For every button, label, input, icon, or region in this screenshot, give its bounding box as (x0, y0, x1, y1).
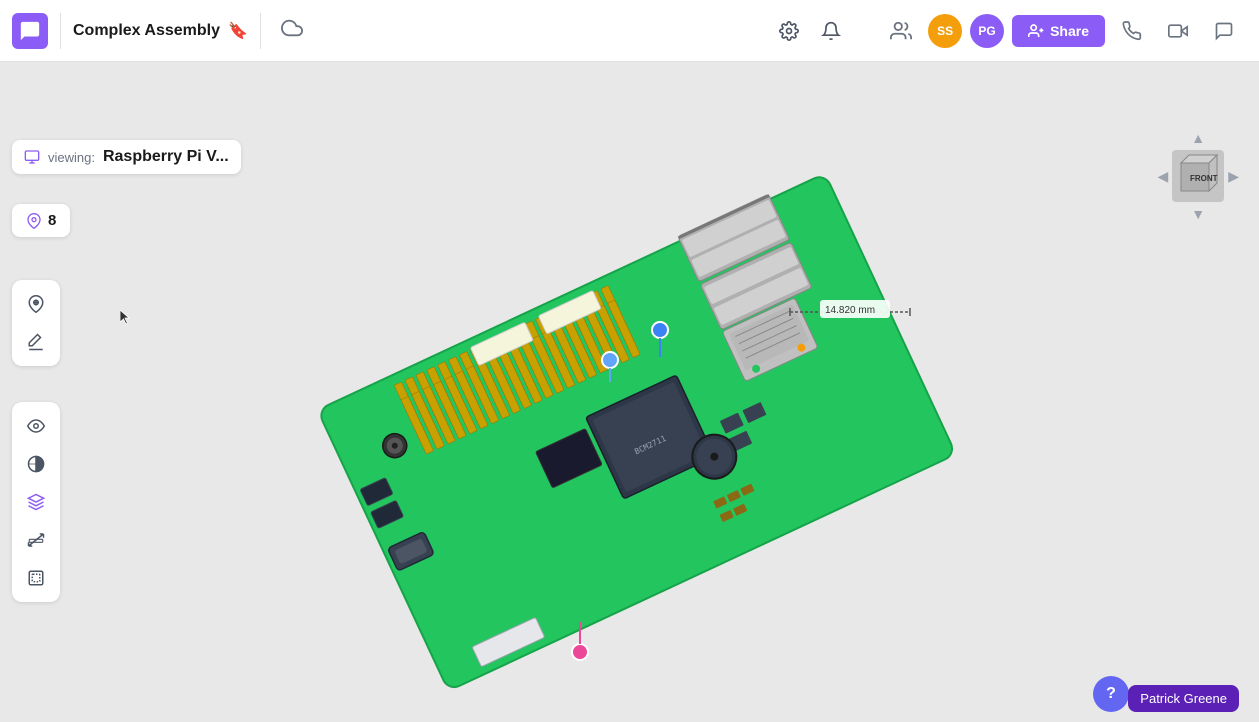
cube-container: ◀ FRONT ▶ (1157, 150, 1239, 202)
annotation-count: 8 (48, 212, 56, 229)
isolate-button[interactable] (18, 560, 54, 596)
cube-down-button[interactable]: ▼ (1191, 206, 1205, 222)
cube-front-face[interactable]: FRONT (1172, 150, 1224, 202)
viewing-badge-icon (24, 149, 40, 165)
cube-up-button[interactable]: ▲ (1191, 130, 1205, 146)
user-tooltip-name: Patrick Greene (1140, 691, 1227, 706)
help-label: ? (1106, 685, 1116, 703)
header-right: SS PG Share (866, 12, 1259, 50)
cloud-sync-icon[interactable] (281, 17, 303, 44)
viewing-badge: viewing: Raspberry Pi V... (12, 140, 241, 174)
pcb-board: BCM2711 (300, 172, 1000, 702)
explode-button[interactable] (18, 484, 54, 520)
logo-icon (19, 20, 41, 42)
notifications-button[interactable] (812, 12, 850, 50)
visibility-button[interactable] (18, 408, 54, 444)
left-toolbar-view (12, 402, 60, 602)
contrast-button[interactable] (18, 446, 54, 482)
measurement-text: 14.820 mm (825, 305, 875, 316)
left-toolbar-annotations (12, 280, 60, 366)
annotations-count[interactable]: 8 (12, 204, 70, 237)
viewport-cube[interactable]: ▲ ◀ FRONT ▶ ▼ (1157, 130, 1239, 222)
video-button[interactable] (1159, 12, 1197, 50)
viewing-name: Raspberry Pi V... (103, 148, 229, 166)
bookmark-icon[interactable]: 🔖 (228, 21, 248, 41)
chat-button[interactable] (1205, 12, 1243, 50)
avatar-ss[interactable]: SS (928, 14, 962, 48)
viewing-prefix: viewing: (48, 150, 95, 165)
cube-right-button[interactable]: ▶ (1228, 168, 1239, 185)
share-button[interactable]: Share (1012, 15, 1105, 47)
phone-button[interactable] (1113, 12, 1151, 50)
cube-left-button[interactable]: ◀ (1157, 168, 1168, 185)
app-logo[interactable] (12, 13, 48, 49)
document-title: Complex Assembly (73, 22, 220, 40)
cube-svg: FRONT (1173, 151, 1223, 201)
avatar-pg[interactable]: PG (970, 14, 1004, 48)
viewport[interactable]: viewing: Raspberry Pi V... 8 (0, 62, 1259, 722)
cursor (120, 310, 130, 324)
svg-text:FRONT: FRONT (1190, 174, 1218, 183)
share-label: Share (1050, 23, 1089, 39)
help-button[interactable]: ? (1093, 676, 1129, 712)
people-button[interactable] (882, 12, 920, 50)
edit-annotation-button[interactable] (18, 324, 54, 360)
settings-button[interactable] (770, 12, 808, 50)
header-tools (754, 12, 866, 50)
measure-button[interactable] (18, 522, 54, 558)
annotation-icon (26, 213, 42, 229)
header-left: Complex Assembly 🔖 (0, 13, 754, 49)
header-divider-2 (260, 13, 261, 49)
user-tooltip: Patrick Greene (1128, 685, 1239, 712)
header: Complex Assembly 🔖 SS PG (0, 0, 1259, 62)
add-annotation-button[interactable] (18, 286, 54, 322)
header-divider (60, 13, 61, 49)
pcb-svg: BCM2711 (300, 172, 1000, 702)
